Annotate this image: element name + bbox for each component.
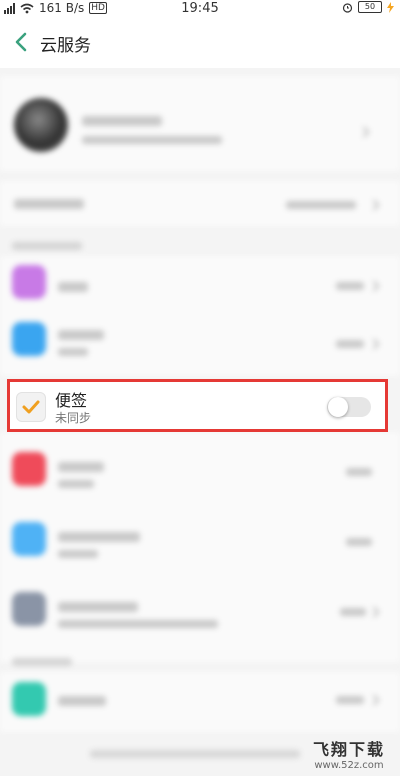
sync-list-bottom [0,432,400,662]
charging-icon [387,1,394,13]
alarm-icon [342,2,353,13]
note-sync-toggle[interactable] [327,397,371,417]
avatar [14,98,68,152]
chevron-left-icon[interactable] [10,30,34,54]
extra-row[interactable] [0,672,400,732]
status-time: 19:45 [181,1,219,16]
status-right: 50 [342,1,394,13]
status-bar: 161 B/s HD 19:45 50 [0,0,400,18]
battery-level: 50 [364,2,376,11]
storage-row[interactable] [0,181,400,226]
page-title: 云服务 [40,36,91,56]
note-sync-status: 未同步 [55,411,92,425]
contacts-icon [12,322,46,356]
watermark-main: 飞翔下载 [312,740,385,759]
wifi-sync-icon [12,522,46,556]
watermark: 飞翔下载 www.52z.com [304,736,394,774]
note-check-icon [16,392,46,422]
app-header: 云服务 [0,18,400,68]
calendar-icon [12,452,46,486]
find-phone-icon [12,682,46,716]
sync-list-top [0,256,400,376]
note-sync-item[interactable]: 便签 未同步 [7,379,388,432]
battery-icon: 50 [358,1,382,13]
note-title: 便签 [55,391,88,410]
album-icon [12,265,46,299]
check-icon [22,400,40,414]
watermark-sub: www.52z.com [314,760,384,771]
toggle-knob [328,397,348,417]
settings-backup-icon [12,592,46,626]
